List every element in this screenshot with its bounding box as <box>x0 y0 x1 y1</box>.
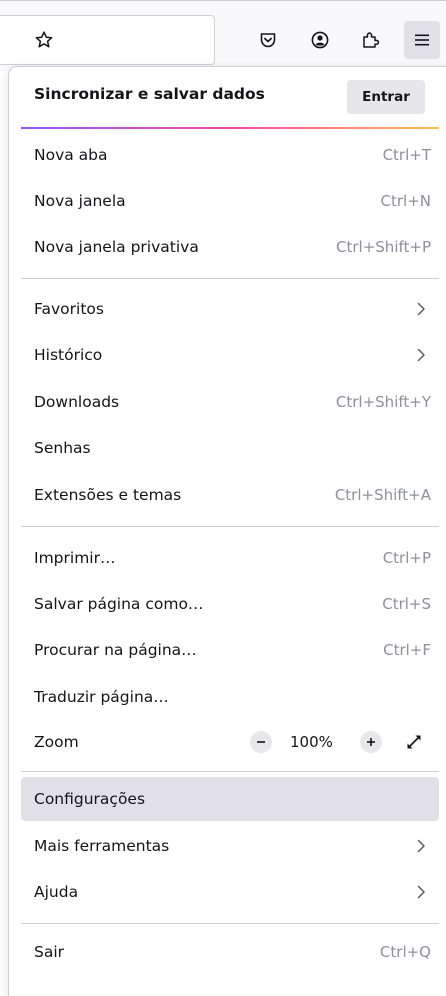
menu-item-label: Nova aba <box>34 146 108 164</box>
menu-item-settings[interactable]: Configurações <box>21 777 439 821</box>
menu-item-save-page-as[interactable]: Salvar página como… Ctrl+S <box>21 582 439 626</box>
menu-item-new-private-window[interactable]: Nova janela privativa Ctrl+Shift+P <box>21 225 439 269</box>
menu-item-label: Zoom <box>34 733 79 751</box>
menu-separator <box>21 526 439 527</box>
sync-section: Sincronizar e salvar dados Entrar <box>9 67 446 127</box>
menu-item-label: Nova janela <box>34 192 126 210</box>
bookmark-star-button[interactable] <box>26 21 62 59</box>
menu-item-more-tools[interactable]: Mais ferramentas <box>21 824 439 868</box>
menu-item-shortcut: Ctrl+S <box>382 595 431 613</box>
menu-item-label: Favoritos <box>34 300 104 318</box>
menu-item-print[interactable]: Imprimir… Ctrl+P <box>21 536 439 580</box>
menu-item-shortcut: Ctrl+Shift+Y <box>335 393 431 411</box>
chevron-right-icon <box>417 348 425 362</box>
menu-item-new-tab[interactable]: Nova aba Ctrl+T <box>21 133 439 177</box>
account-button[interactable] <box>302 21 338 59</box>
menu-item-label: Downloads <box>34 393 120 411</box>
menu-separator <box>21 771 439 772</box>
chevron-right-icon <box>417 839 425 853</box>
zoom-out-button[interactable] <box>250 731 272 753</box>
menu-item-label: Sair <box>34 943 65 961</box>
menu-item-quit[interactable]: Sair Ctrl+Q <box>21 930 439 974</box>
menu-item-label: Imprimir… <box>34 549 116 567</box>
menu-item-label: Mais ferramentas <box>34 837 170 855</box>
menu-item-shortcut: Ctrl+Q <box>379 943 431 961</box>
menu-separator <box>21 278 439 279</box>
hamburger-menu-icon <box>415 34 429 46</box>
menu-item-find-in-page[interactable]: Procurar na página… Ctrl+F <box>21 628 439 672</box>
menu-item-label: Procurar na página… <box>34 641 197 659</box>
menu-item-history[interactable]: Histórico <box>21 333 439 377</box>
chevron-right-icon <box>417 302 425 316</box>
menu-separator <box>21 923 439 924</box>
menu-item-label: Histórico <box>34 346 103 364</box>
extensions-button[interactable] <box>352 21 388 59</box>
browser-toolbar <box>0 0 446 71</box>
menu-item-downloads[interactable]: Downloads Ctrl+Shift+Y <box>21 380 439 424</box>
menu-item-extensions-themes[interactable]: Extensões e temas Ctrl+Shift+A <box>21 473 439 517</box>
menu-item-shortcut: Ctrl+N <box>380 192 431 210</box>
menu-item-label: Nova janela privativa <box>34 238 199 256</box>
menu-item-label: Senhas <box>34 439 91 457</box>
menu-item-bookmarks[interactable]: Favoritos <box>21 287 439 331</box>
menu-item-zoom: Zoom 100% <box>21 720 439 764</box>
minus-icon <box>257 741 265 743</box>
extensions-icon <box>363 32 380 48</box>
zoom-in-button[interactable] <box>360 731 382 753</box>
menu-item-new-window[interactable]: Nova janela Ctrl+N <box>21 179 439 223</box>
chevron-right-icon <box>417 885 425 899</box>
pocket-button[interactable] <box>250 21 286 59</box>
menu-item-label: Configurações <box>34 790 146 808</box>
account-icon <box>311 31 329 49</box>
sync-gradient-divider <box>21 127 439 129</box>
fullscreen-icon <box>407 735 421 749</box>
menu-item-passwords[interactable]: Senhas <box>21 426 439 470</box>
plus-icon <box>367 738 375 746</box>
menu-item-label: Extensões e temas <box>34 486 182 504</box>
menu-item-label: Traduzir página… <box>34 688 169 706</box>
menu-item-label: Salvar página como… <box>34 595 204 613</box>
zoom-level[interactable]: 100% <box>290 733 333 751</box>
app-menu-button[interactable] <box>404 21 440 59</box>
star-icon <box>35 31 53 48</box>
menu-item-help[interactable]: Ajuda <box>21 870 439 914</box>
menu-item-shortcut: Ctrl+P <box>382 549 431 567</box>
sync-title: Sincronizar e salvar dados <box>34 85 265 103</box>
signin-button[interactable]: Entrar <box>347 80 425 114</box>
menu-item-shortcut: Ctrl+T <box>382 146 431 164</box>
menu-item-shortcut: Ctrl+Shift+P <box>336 238 431 256</box>
fullscreen-button[interactable] <box>402 730 426 754</box>
pocket-icon <box>260 33 276 48</box>
app-menu-panel: Sincronizar e salvar dados Entrar Nova a… <box>8 66 446 996</box>
menu-item-shortcut: Ctrl+Shift+A <box>334 486 431 504</box>
menu-item-translate-page[interactable]: Traduzir página… <box>21 675 439 719</box>
menu-item-shortcut: Ctrl+F <box>383 641 431 659</box>
menu-item-label: Ajuda <box>34 883 79 901</box>
